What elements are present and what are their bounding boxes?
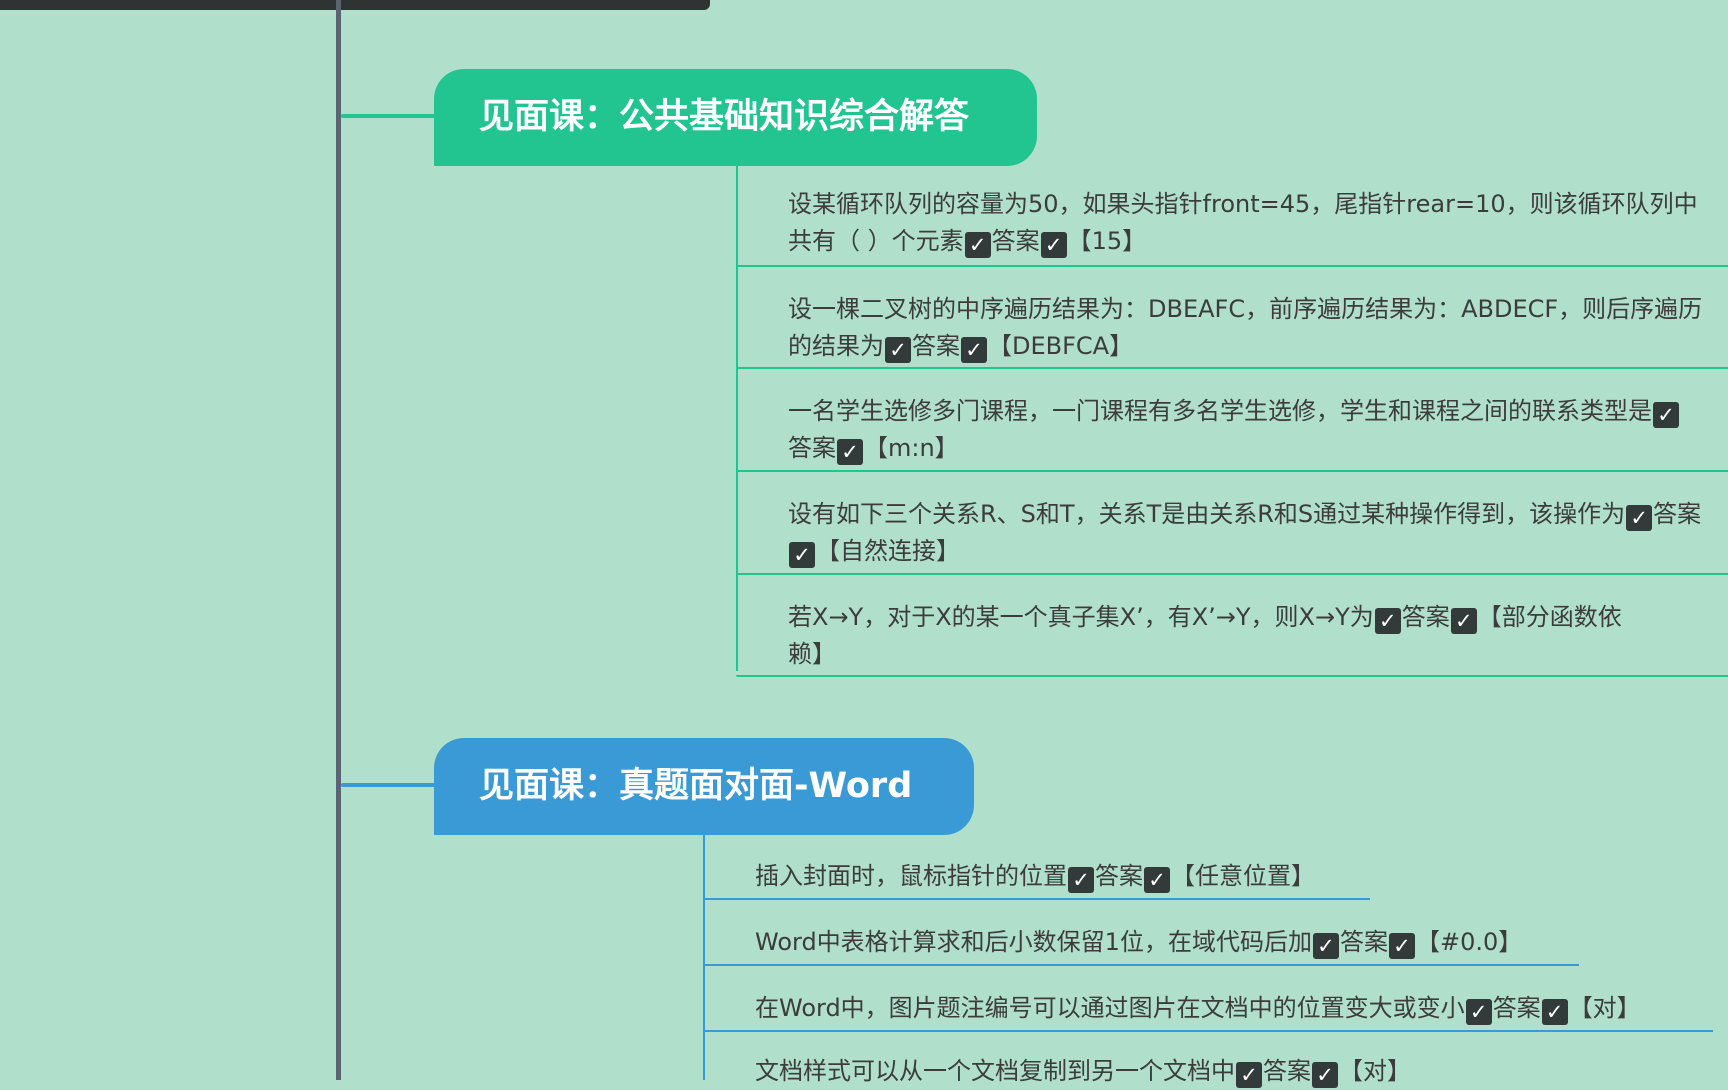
answer-text: 【#0.0】 xyxy=(1415,928,1523,956)
list-item[interactable]: 若X→Y，对于X的某一个真子集X’，有X’→Y，则X→Y为 ✓ 答案 ✓ 【部分函数依 … xyxy=(736,599,1728,673)
check-mark-icon: ✓ xyxy=(1068,867,1094,893)
list-item[interactable]: 文档样式可以从一个文档复制到另一个文档中 ✓ 答案 ✓ 【对】 xyxy=(703,1053,1728,1090)
question-text: 在Word中，图片题注编号可以通过图片在文档中的位置变大或变小 xyxy=(755,994,1465,1022)
list-item[interactable]: 插入封面时，鼠标指针的位置 ✓ 答案 ✓ 【任意位置】 xyxy=(703,858,1373,895)
question-line: 设有如下三个关系R、S和T，关系T是由关系R和S通过某种操作得到，该操作为 ✓ 答案 xyxy=(788,500,1702,531)
answer-label: 答案 xyxy=(1339,928,1388,956)
check-mark-icon: ✓ xyxy=(961,337,987,363)
answer-text: 【自然连接】 xyxy=(816,537,960,565)
list-item[interactable]: 在Word中，图片题注编号可以通过图片在文档中的位置变大或变小 ✓ 答案 ✓ 【对】 xyxy=(703,990,1728,1027)
check-mark-icon: ✓ xyxy=(1312,1062,1338,1088)
answer-label: 答案 xyxy=(912,332,960,360)
list-item[interactable]: Word中表格计算求和后小数保留1位，在域代码后加 ✓ 答案 ✓ 【#0.0】 xyxy=(703,924,1583,961)
question-text: 插入封面时，鼠标指针的位置 xyxy=(755,862,1067,890)
topic-title: 见面课：公共基础知识综合解答 xyxy=(479,97,970,137)
answer-text: 【DEBFCA】 xyxy=(988,332,1134,360)
answer-line: 赖】 xyxy=(788,636,1728,673)
question-line: 一名学生选修多门课程，一门课程有多名学生选修，学生和课程之间的联系类型是 ✓ xyxy=(788,393,1728,430)
answer-label: 答案 xyxy=(991,227,1040,255)
leaf-underline xyxy=(703,898,1370,900)
answer-label: 答案 xyxy=(788,434,836,462)
question-text: 文档样式可以从一个文档复制到另一个文档中 xyxy=(755,1057,1235,1085)
answer-label: 答案 xyxy=(1095,862,1143,890)
check-mark-icon: ✓ xyxy=(885,337,911,363)
check-mark-icon: ✓ xyxy=(1040,232,1067,258)
check-mark-icon: ✓ xyxy=(1541,999,1568,1025)
top-bar xyxy=(0,0,710,10)
leaf-underline xyxy=(736,265,1728,267)
answer-line: 答案 ✓ 【m:n】 xyxy=(788,430,1728,467)
answer-label: 答案 xyxy=(1401,603,1450,631)
answer-label: 答案 xyxy=(1653,500,1702,528)
check-mark-icon: ✓ xyxy=(1626,505,1653,531)
branch-connector-1 xyxy=(341,114,436,118)
check-mark-icon: ✓ xyxy=(1236,1062,1262,1088)
answer-line: ✓ 【自然连接】 xyxy=(788,533,1728,570)
check-mark-icon: ✓ xyxy=(1312,933,1339,959)
answer-text-continued: 赖】 xyxy=(788,640,836,668)
leaf-underline xyxy=(736,470,1728,472)
answer-text: 【对】 xyxy=(1339,1057,1411,1085)
leaf-underline xyxy=(736,573,1728,575)
check-mark-icon: ✓ xyxy=(1388,933,1415,959)
list-item[interactable]: 设某循环队列的容量为50，如果头指针front=45，尾指针rear=10，则该… xyxy=(736,186,1728,260)
answer-text: 【15】 xyxy=(1067,227,1147,255)
branch-connector-2 xyxy=(341,783,436,787)
leaf-underline xyxy=(703,1030,1713,1032)
answer-text: 【任意位置】 xyxy=(1171,862,1315,890)
check-mark-icon: ✓ xyxy=(789,542,815,568)
check-mark-icon: ✓ xyxy=(1144,867,1170,893)
leaf-underline xyxy=(703,964,1579,966)
leaf-underline xyxy=(736,675,1728,677)
question-line: 设某循环队列的容量为50，如果头指针front=45，尾指针rear=10，则该… xyxy=(788,190,1698,218)
topic-title: 见面课：真题面对面-Word xyxy=(479,766,913,806)
list-item[interactable]: 一名学生选修多门课程，一门课程有多名学生选修，学生和课程之间的联系类型是 ✓ 答案… xyxy=(736,393,1728,467)
check-mark-icon: ✓ xyxy=(1450,608,1477,634)
list-item[interactable]: 设有如下三个关系R、S和T，关系T是由关系R和S通过某种操作得到，该操作为 ✓ 答案… xyxy=(736,496,1728,570)
question-answer-line: 共有（ ）个元素 ✓ 答案 ✓ 【15】 xyxy=(788,227,1147,258)
check-mark-icon: ✓ xyxy=(837,439,863,465)
answer-text: 【部分函数依 xyxy=(1477,603,1622,631)
answer-label: 答案 xyxy=(1263,1057,1311,1085)
check-mark-icon: ✓ xyxy=(964,232,991,258)
leaf-underline xyxy=(736,367,1728,369)
list-item[interactable]: 设一棵二叉树的中序遍历结果为：DBEAFC，前序遍历结果为：ABDECF，则后序… xyxy=(736,291,1728,365)
check-mark-icon: ✓ xyxy=(1374,608,1401,634)
answer-text: 【m:n】 xyxy=(864,434,959,462)
question-text: Word中表格计算求和后小数保留1位，在域代码后加 xyxy=(755,928,1312,956)
question-answer-line: 的结果为 ✓ 答案 ✓ 【DEBFCA】 xyxy=(788,332,1134,363)
check-mark-icon: ✓ xyxy=(1465,999,1492,1025)
answer-text: 【对】 xyxy=(1568,994,1641,1022)
answer-label: 答案 xyxy=(1492,994,1541,1022)
topic-word-exam[interactable]: 见面课：真题面对面-Word xyxy=(434,738,974,835)
topic-public-basics[interactable]: 见面课：公共基础知识综合解答 xyxy=(434,69,1037,166)
question-line: 设一棵二叉树的中序遍历结果为：DBEAFC，前序遍历结果为：ABDECF，则后序… xyxy=(788,295,1703,323)
check-mark-icon: ✓ xyxy=(1653,402,1679,428)
question-line: 若X→Y，对于X的某一个真子集X’，有X’→Y，则X→Y为 ✓ 答案 ✓ 【部分函数依 xyxy=(788,603,1622,634)
main-spine xyxy=(336,0,341,1080)
